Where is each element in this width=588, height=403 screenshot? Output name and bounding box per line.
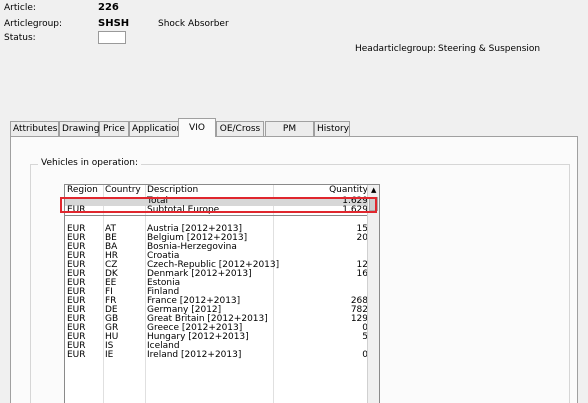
vio-list[interactable]: Region Country Description Quantity Tota… bbox=[64, 184, 380, 403]
headarticlegroup-label: Headarticlegroup: bbox=[355, 44, 436, 54]
column-header-country[interactable]: Country bbox=[105, 185, 141, 196]
scroll-up-icon[interactable]: ▲ bbox=[371, 187, 376, 194]
tab-price[interactable]: Price bbox=[99, 121, 129, 136]
cell-region: EUR bbox=[67, 350, 86, 360]
status-label: Status: bbox=[4, 33, 36, 43]
vehicles-group-label: Vehicles in operation: bbox=[38, 158, 142, 168]
column-header-description[interactable]: Description bbox=[147, 185, 198, 196]
cell-description: Ireland [2012+2013] bbox=[147, 350, 242, 360]
tab-vio[interactable]: VIO bbox=[178, 118, 216, 137]
tab-drawing[interactable]: Drawing bbox=[59, 121, 99, 136]
column-header-quantity[interactable]: Quantity bbox=[329, 185, 368, 196]
article-label: Article: bbox=[4, 3, 36, 13]
tab-application[interactable]: Application bbox=[129, 121, 182, 136]
list-header: Region Country Description Quantity bbox=[65, 185, 368, 196]
table-row[interactable]: EUR IE Ireland [2012+2013] 0 bbox=[65, 351, 368, 360]
list-scrollbar[interactable]: ▲ bbox=[367, 185, 379, 403]
articlegroup-label: Articlegroup: bbox=[4, 19, 63, 29]
tab-history[interactable]: History bbox=[314, 121, 350, 136]
status-field[interactable] bbox=[98, 31, 126, 44]
column-header-region[interactable]: Region bbox=[67, 185, 98, 196]
article-value: 226 bbox=[98, 2, 119, 13]
articlegroup-name: Shock Absorber bbox=[158, 19, 229, 29]
cell-country: IE bbox=[105, 350, 114, 360]
tab-pm-memo[interactable]: PM memo bbox=[265, 121, 314, 149]
tab-attributes[interactable]: Attributes bbox=[10, 121, 59, 136]
highlight-box bbox=[60, 197, 377, 213]
articlegroup-code: SHSH bbox=[98, 18, 130, 29]
tab-oe-cross[interactable]: OE/Cross bbox=[216, 121, 264, 136]
headarticlegroup-value: Steering & Suspension bbox=[438, 44, 541, 54]
